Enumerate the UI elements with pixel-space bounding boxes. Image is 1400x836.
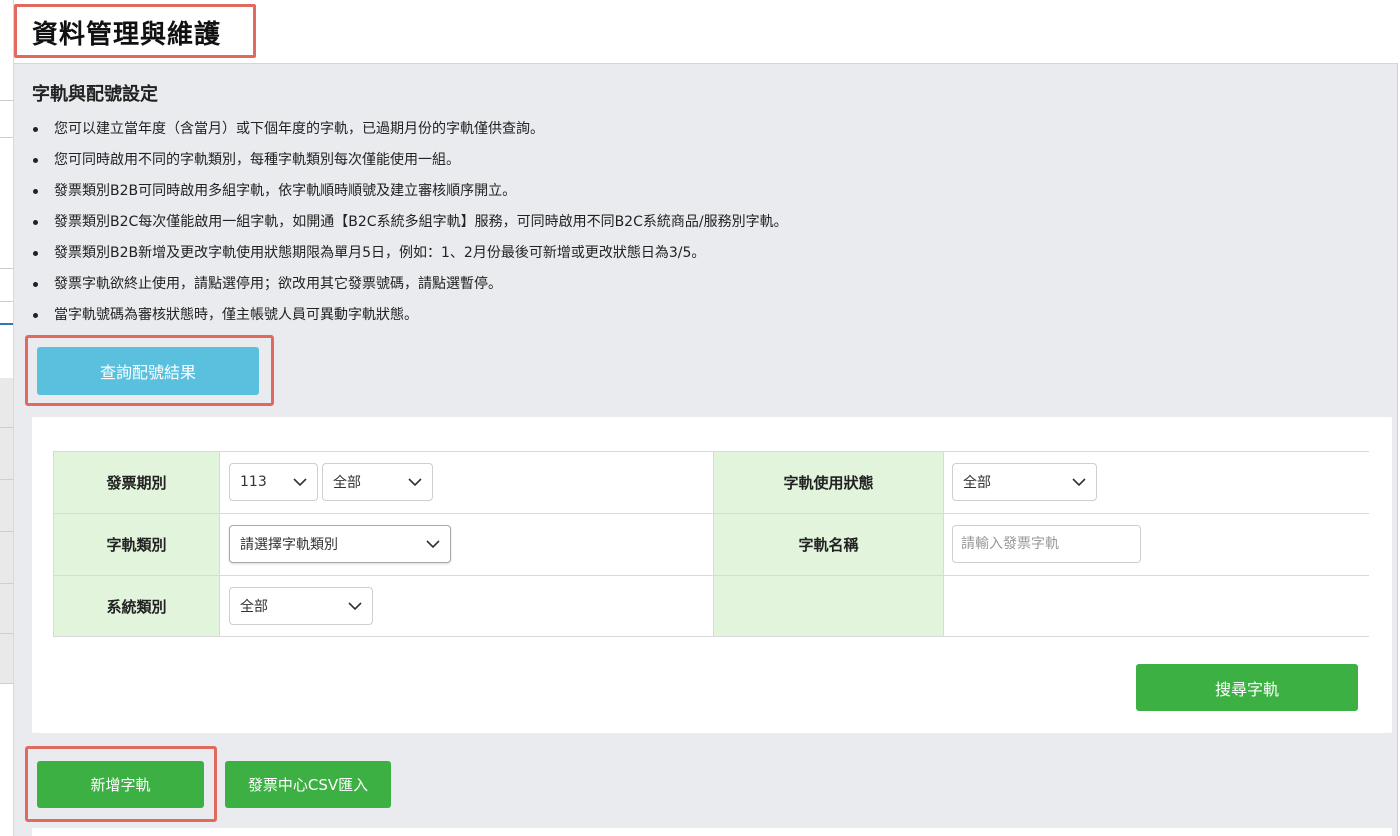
year-select-value: 113 xyxy=(240,474,267,490)
sidebar-item[interactable] xyxy=(0,378,13,428)
sidebar-item[interactable] xyxy=(0,532,13,584)
usage-status-label: 字軌使用狀態 xyxy=(714,452,944,514)
system-type-value: 全部 xyxy=(240,599,268,615)
chevron-down-icon xyxy=(408,478,422,487)
sidebar-active-indicator xyxy=(0,323,13,325)
period-select-value: 全部 xyxy=(333,475,361,491)
sidebar-item[interactable] xyxy=(0,100,13,138)
note-item: 發票類別B2C每次僅能啟用一組字軌，如開通【B2C系統多組字軌】服務，可同時啟用… xyxy=(32,207,788,238)
track-name-input[interactable] xyxy=(952,525,1141,563)
track-name-label: 字軌名稱 xyxy=(714,514,944,576)
empty-label-cell xyxy=(714,576,944,636)
notes-list: 您可以建立當年度（含當月）或下個年度的字軌，已過期月份的字軌僅供查詢。 您可同時… xyxy=(32,114,788,331)
invoice-period-label: 發票期別 xyxy=(54,452,220,514)
empty-value-cell xyxy=(944,576,1369,636)
system-type-select[interactable]: 全部 xyxy=(229,587,373,625)
sidebar-item[interactable] xyxy=(0,634,13,684)
results-panel-edge xyxy=(32,828,1392,836)
section-title: 字軌與配號設定 xyxy=(32,84,158,105)
note-item: 當字軌號碼為審核狀態時，僅主帳號人員可異動字軌狀態。 xyxy=(32,300,788,331)
note-item: 發票類別B2B可同時啟用多組字軌，依字軌順時順號及建立審核順序開立。 xyxy=(32,176,788,207)
title-highlight-box xyxy=(14,4,256,58)
chevron-down-icon xyxy=(426,540,440,549)
track-type-select[interactable]: 請選擇字軌類別 xyxy=(229,525,451,563)
track-type-label: 字軌類別 xyxy=(54,514,220,576)
year-select[interactable]: 113 xyxy=(229,463,318,501)
note-item: 您可同時啟用不同的字軌類別，每種字軌類別每次僅能使用一組。 xyxy=(32,145,788,176)
chevron-down-icon xyxy=(293,478,307,487)
system-type-label: 系統類別 xyxy=(54,576,220,636)
usage-status-select[interactable]: 全部 xyxy=(952,463,1097,501)
note-item: 發票字軌欲終止使用，請點選停用；欲改用其它發票號碼，請點選暫停。 xyxy=(32,269,788,300)
add-button-highlight-box xyxy=(25,746,217,822)
sidebar-item[interactable] xyxy=(0,584,13,634)
search-track-button[interactable]: 搜尋字軌 xyxy=(1136,664,1358,711)
chevron-down-icon xyxy=(348,602,362,611)
note-item: 您可以建立當年度（含當月）或下個年度的字軌，已過期月份的字軌僅供查詢。 xyxy=(32,114,788,145)
period-select[interactable]: 全部 xyxy=(322,463,433,501)
sidebar-item[interactable] xyxy=(0,480,13,532)
sidebar-item[interactable] xyxy=(0,428,13,480)
sidebar-item[interactable] xyxy=(0,268,13,302)
note-item: 發票類別B2B新增及更改字軌使用狀態期限為單月5日，例如：1、2月份最後可新增或… xyxy=(32,238,788,269)
query-button-highlight-box xyxy=(25,335,274,406)
csv-import-button[interactable]: 發票中心CSV匯入 xyxy=(225,761,391,808)
chevron-down-icon xyxy=(1072,478,1086,487)
usage-status-value: 全部 xyxy=(963,475,991,491)
track-type-value: 請選擇字軌類別 xyxy=(240,537,338,553)
sidebar-edge xyxy=(0,0,14,836)
